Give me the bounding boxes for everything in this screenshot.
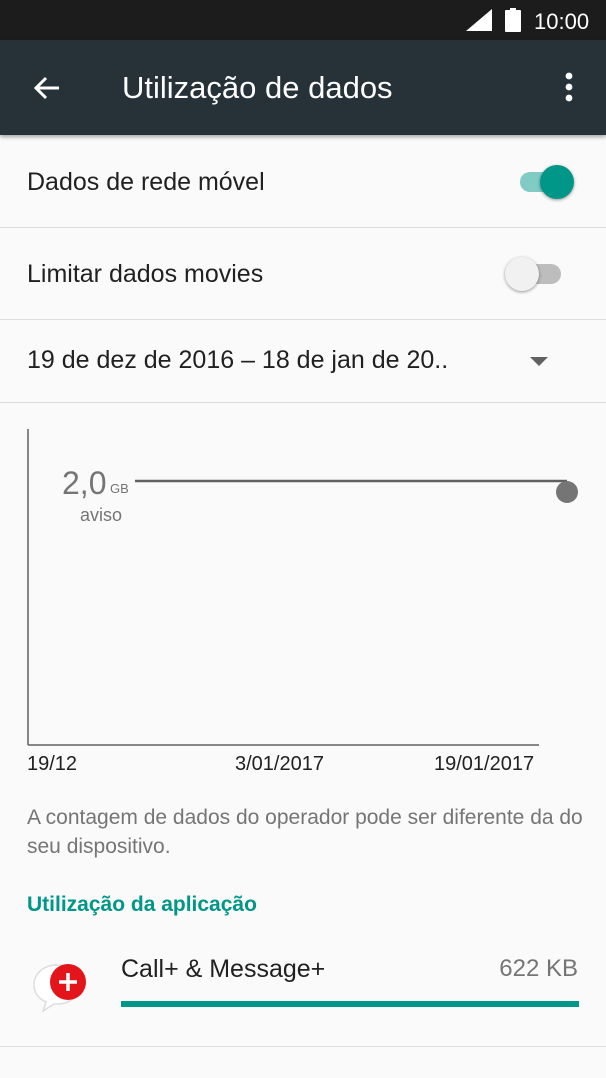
app-usage-bar	[121, 1001, 579, 1007]
status-bar: 10:00	[0, 0, 606, 40]
cycle-label: 19 de dez de 2016 – 18 de jan de 20..	[27, 346, 449, 374]
page-title: Utilização de dados	[122, 70, 393, 105]
arrow-left-icon[interactable]	[33, 74, 61, 102]
status-time: 10:00	[534, 9, 590, 34]
warning-handle[interactable]	[556, 481, 578, 503]
usage-chart: 2,0 GB aviso 19/12 3/01/2017 19/01/2017	[0, 403, 606, 783]
mobile-data-label: Dados de rede móvel	[27, 168, 265, 196]
app-size: 622 KB	[499, 955, 578, 982]
warning-label: aviso	[80, 505, 123, 525]
limit-data-row[interactable]: Limitar dados movies	[0, 228, 606, 320]
toggle-thumb	[505, 257, 539, 291]
toggle-thumb	[540, 165, 574, 199]
app-usage-bar-fill	[121, 1001, 579, 1007]
carrier-note: A contagem de dados do operador pode ser…	[27, 806, 583, 858]
battery-icon	[505, 8, 521, 32]
app-bar: Utilização de dados	[0, 40, 606, 135]
signal-icon	[466, 9, 492, 31]
app-name: Call+ & Message+	[121, 955, 326, 983]
warning-unit: GB	[110, 481, 129, 496]
limit-data-label: Limitar dados movies	[27, 260, 264, 288]
x-tick-start: 19/12	[27, 753, 78, 775]
x-tick-end: 19/01/2017	[434, 753, 535, 775]
call-message-plus-icon	[33, 964, 86, 1013]
x-tick-mid: 3/01/2017	[235, 753, 324, 775]
cycle-dropdown[interactable]: 19 de dez de 2016 – 18 de jan de 20..	[0, 320, 606, 403]
limit-data-toggle[interactable]	[505, 253, 565, 293]
warning-value: 2,0	[62, 465, 107, 501]
app-usage-row[interactable]: Call+ & Message+ 622 KB	[0, 935, 606, 1047]
mobile-data-row[interactable]: Dados de rede móvel	[0, 135, 606, 228]
app-usage-header: Utilização da aplicação	[27, 893, 257, 916]
usage-chart-axes	[27, 429, 578, 746]
more-vert-icon[interactable]	[563, 72, 575, 102]
mobile-data-toggle[interactable]	[516, 161, 576, 201]
caret-down-icon	[530, 357, 548, 366]
